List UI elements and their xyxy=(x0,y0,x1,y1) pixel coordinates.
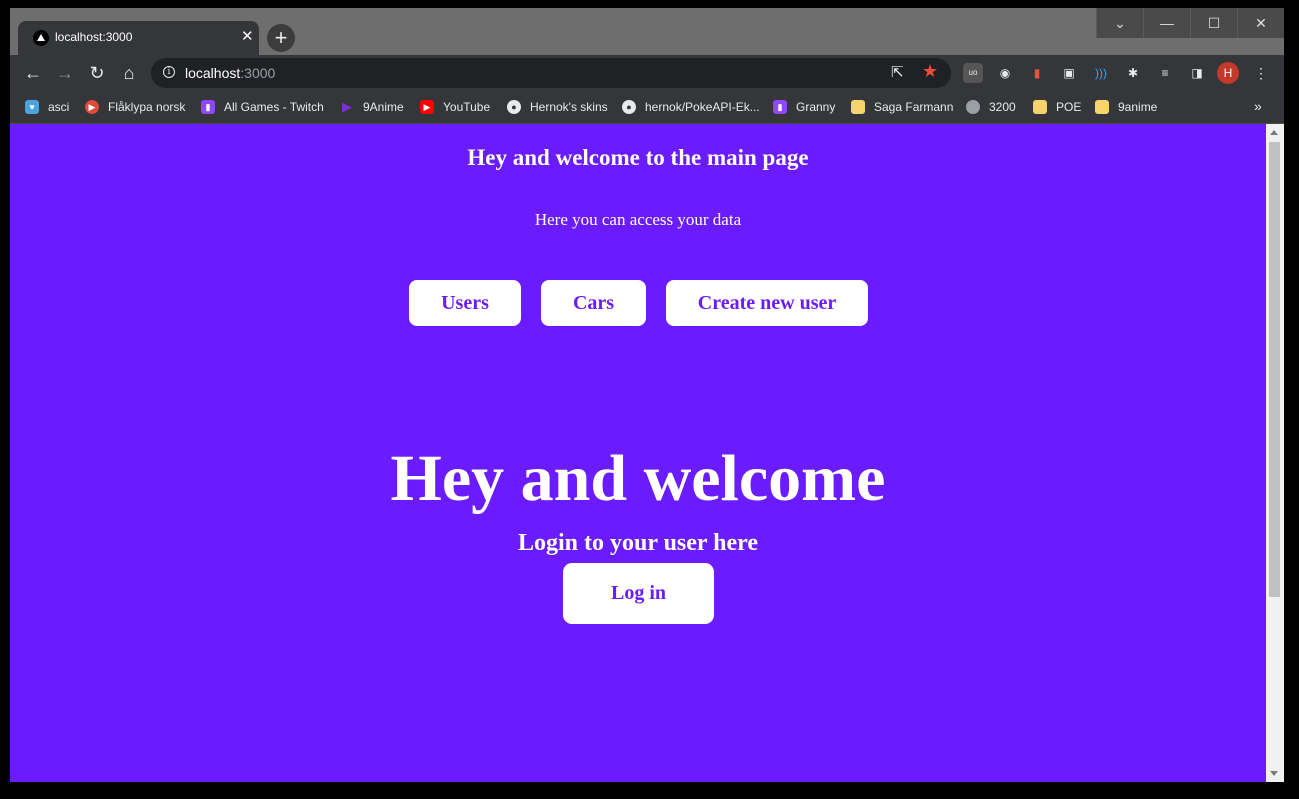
maximize-icon[interactable]: ☐ xyxy=(1190,8,1237,38)
chevron-double-right-icon[interactable]: » xyxy=(1254,98,1262,114)
new-tab-button[interactable]: + xyxy=(267,24,295,52)
bookmark-9anime-folder[interactable]: 9anime xyxy=(1095,99,1157,115)
github-icon: ● xyxy=(507,100,521,114)
media-control-icon[interactable]: ≡ xyxy=(1155,63,1175,83)
users-button[interactable]: Users xyxy=(409,280,521,326)
page-viewport: Hey and welcome to the main page Here yo… xyxy=(10,124,1266,782)
tab-strip: localhost:3000 ✕ + ⌄ — ☐ ✕ xyxy=(10,8,1284,55)
window-controls: ⌄ — ☐ ✕ xyxy=(1096,8,1284,38)
bookmark-pokeapi[interactable]: ● hernok/PokeAPI-Ek... xyxy=(622,99,760,115)
kebab-menu-icon[interactable]: ⋮ xyxy=(1251,63,1271,83)
folder-icon xyxy=(1095,100,1109,114)
reload-icon[interactable]: ↻ xyxy=(84,60,110,86)
bookmark-hernoks-skins[interactable]: ● Hernok's skins xyxy=(507,99,608,115)
close-tab-icon[interactable]: ✕ xyxy=(241,28,254,46)
scroll-down-arrow-icon[interactable] xyxy=(1270,771,1278,776)
url-text: localhost:3000 xyxy=(185,65,276,81)
browser-tab[interactable]: localhost:3000 ✕ xyxy=(18,21,259,55)
bookmark-star-icon[interactable]: ★ xyxy=(922,61,938,82)
site-info-icon[interactable]: i xyxy=(163,66,175,78)
bookmark-granny[interactable]: ▮ Granny xyxy=(773,99,835,115)
profile-avatar[interactable]: H xyxy=(1217,62,1239,84)
globe-icon xyxy=(966,100,980,114)
minimize-icon[interactable]: — xyxy=(1143,8,1190,38)
folder-icon xyxy=(1033,100,1047,114)
page-title: Hey and welcome to the main page xyxy=(467,145,809,170)
bookmark-saga-farmann[interactable]: Saga Farmann xyxy=(851,99,953,115)
scrollbar-thumb[interactable] xyxy=(1269,142,1280,597)
github-icon: ● xyxy=(622,100,636,114)
page-scrollbar[interactable] xyxy=(1266,124,1284,782)
play-circle-icon: ▶ xyxy=(85,100,99,114)
twitch-icon: ▮ xyxy=(773,100,787,114)
bookmark-youtube[interactable]: ▶ YouTube xyxy=(420,99,490,115)
extension-glasses-icon[interactable]: ◉ xyxy=(995,63,1015,83)
browser-toolbar: ← → ↻ ⌂ i localhost:3000 ⇱ ★ uo ◉ ▮ ▣ ))… xyxy=(10,55,1284,91)
home-icon[interactable]: ⌂ xyxy=(116,60,142,86)
folder-icon xyxy=(851,100,865,114)
address-bar[interactable]: i localhost:3000 ⇱ ★ xyxy=(151,58,951,88)
cars-button[interactable]: Cars xyxy=(541,280,646,326)
puzzle-icon[interactable]: ✱ xyxy=(1123,63,1143,83)
browser-window: localhost:3000 ✕ + ⌄ — ☐ ✕ ← → ↻ ⌂ i loc… xyxy=(10,8,1284,782)
extension-bars-icon[interactable]: ▮ xyxy=(1027,63,1047,83)
share-icon[interactable]: ⇱ xyxy=(891,63,904,81)
tab-title: localhost:3000 xyxy=(55,30,133,44)
bookmark-poe[interactable]: POE xyxy=(1033,99,1081,115)
login-caption: Login to your user here xyxy=(517,530,758,556)
nextjs-triangle-icon xyxy=(33,30,49,46)
youtube-icon: ▶ xyxy=(420,100,434,114)
play-triangle-icon: ▶ xyxy=(342,99,352,114)
bookmark-3200[interactable]: 3200 xyxy=(966,99,1016,115)
extension-wave-icon[interactable]: ))) xyxy=(1091,63,1111,83)
hero-heading: Hey and welcome xyxy=(390,442,886,515)
twitch-icon: ▮ xyxy=(201,100,215,114)
extension-gamepad-icon[interactable]: ▣ xyxy=(1059,63,1079,83)
close-icon[interactable]: ✕ xyxy=(1237,8,1284,38)
bookmark-twitch-all-games[interactable]: ▮ All Games - Twitch xyxy=(201,99,324,115)
forward-arrow-icon[interactable]: → xyxy=(52,60,78,86)
page-subtitle: Here you can access your data xyxy=(534,210,742,229)
log-in-button[interactable]: Log in xyxy=(563,563,714,624)
bookmark-9anime[interactable]: ▶ 9Anime xyxy=(340,99,404,115)
back-arrow-icon[interactable]: ← xyxy=(20,60,46,86)
chevron-down-icon[interactable]: ⌄ xyxy=(1096,8,1143,38)
create-new-user-button[interactable]: Create new user xyxy=(666,280,868,326)
ublock-icon[interactable]: uo xyxy=(963,63,983,83)
heart-icon: ♥ xyxy=(25,100,39,114)
bookmark-flaklypa[interactable]: ▶ Flåklypa norsk xyxy=(85,99,185,115)
scroll-up-arrow-icon[interactable] xyxy=(1270,130,1278,135)
side-panel-icon[interactable]: ◨ xyxy=(1187,63,1207,83)
bookmarks-bar: ♥ asci ▶ Flåklypa norsk ▮ All Games - Twitc… xyxy=(10,91,1284,124)
bookmark-asci[interactable]: ♥ asci xyxy=(25,99,69,115)
